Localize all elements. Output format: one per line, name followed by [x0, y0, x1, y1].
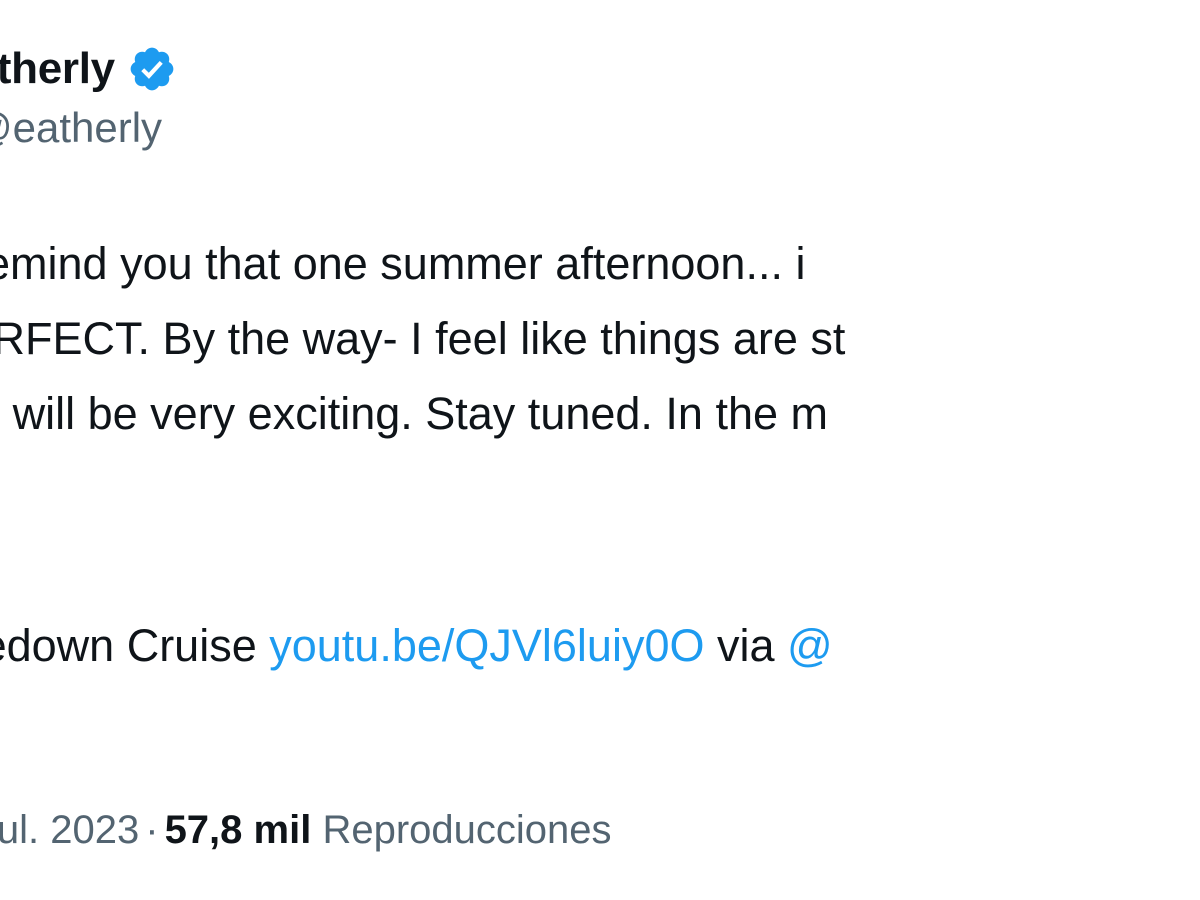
youtube-link[interactable]: youtu.be/QJVl6luiy0O — [269, 620, 704, 671]
tweet-date[interactable]: jul. 2023 — [0, 808, 139, 852]
views-count[interactable]: 57,8 mil — [165, 808, 312, 852]
link-via-text: via — [704, 620, 787, 671]
tweet-body: ists to remind you that one summer after… — [0, 226, 1200, 526]
author-handle[interactable]: @eatherly — [0, 104, 162, 152]
tweet-link-line: n - Shakedown Cruise youtu.be/QJVl6luiy0… — [0, 608, 833, 683]
tweet-body-line: : — [0, 451, 1200, 526]
author-name-row[interactable]: el Weatherly — [0, 38, 177, 100]
tweet-body-line: ists to remind you that one summer after… — [0, 238, 806, 289]
views-label: Reproducciones — [322, 808, 612, 852]
author-display-name[interactable]: el Weatherly — [0, 44, 115, 94]
verified-badge-icon[interactable] — [127, 44, 177, 94]
link-prefix-text: n - Shakedown Cruise — [0, 620, 257, 671]
tweet-card: el Weatherly @eatherly ists to remind yo… — [0, 0, 1200, 900]
author-handle-text: eatherly — [12, 104, 163, 151]
tweet-header: el Weatherly — [0, 38, 177, 100]
tweet-body-line: ngs that will be very exciting. Stay tun… — [0, 388, 829, 439]
via-mention-link[interactable]: @ — [787, 620, 833, 671]
tweet-metadata: jul. 2023 · 57,8 mil Reproducciones — [0, 800, 612, 860]
meta-separator: · — [145, 808, 159, 852]
tweet-body-line: was PERFECT. By the way- I feel like thi… — [0, 313, 846, 364]
